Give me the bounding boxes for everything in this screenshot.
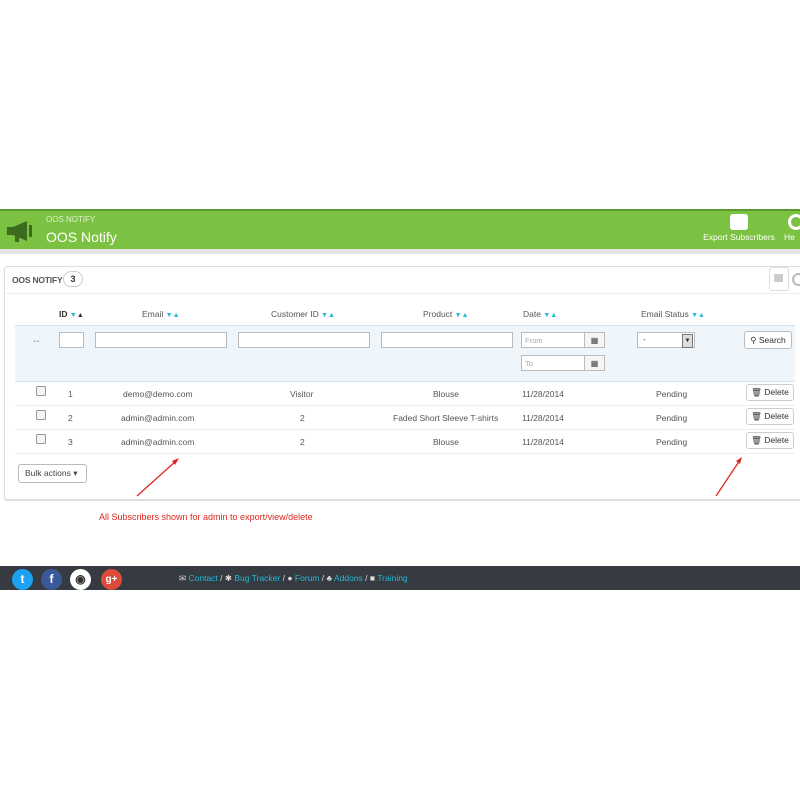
footer-link-addons[interactable]: Addons — [334, 573, 363, 583]
footer-link-training[interactable]: Training — [377, 573, 407, 583]
annotation-arrow-left — [136, 458, 179, 497]
footer-link-forum[interactable]: Forum — [295, 573, 320, 583]
github-icon[interactable]: ◉ — [70, 569, 91, 590]
footer-link-contact[interactable]: Contact — [189, 573, 218, 583]
bug-icon: ✱ — [224, 573, 233, 583]
book-icon: ■ — [369, 573, 376, 583]
footer-link-bug-tracker[interactable]: Bug Tracker — [234, 573, 280, 583]
comments-icon: ● — [287, 573, 293, 583]
footer: t f ◉ g+ ✉ Contact / ✱ Bug Tracker / ● F… — [0, 566, 800, 590]
annotation-arrow-right — [715, 457, 742, 497]
puzzle-icon: ♣ — [326, 573, 333, 583]
footer-links: ✉ Contact / ✱ Bug Tracker / ● Forum / ♣ … — [179, 573, 408, 583]
twitter-icon[interactable]: t — [12, 569, 33, 590]
googleplus-icon[interactable]: g+ — [101, 569, 122, 590]
annotation-text: All Subscribers shown for admin to expor… — [99, 512, 313, 522]
facebook-icon[interactable]: f — [41, 569, 62, 590]
annotation-arrows — [136, 457, 742, 497]
envelope-icon: ✉ — [179, 573, 187, 583]
